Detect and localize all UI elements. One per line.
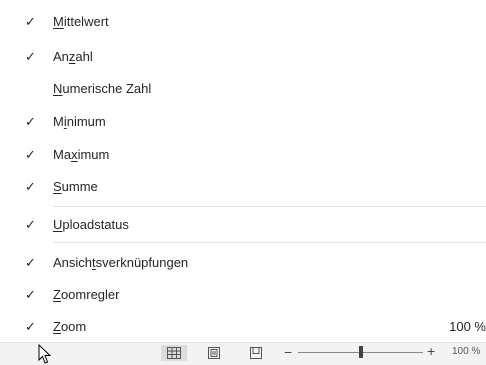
menu-item-label: Summe — [53, 179, 98, 194]
menu-item-label: Zoom — [53, 319, 87, 334]
checkmark-icon: ✓ — [25, 255, 36, 270]
mouse-pointer-icon — [38, 344, 52, 364]
menu-separator — [53, 242, 486, 243]
menu-item-zoomregler[interactable]: ✓ Zoomregler — [0, 280, 486, 310]
zoom-percentage[interactable]: 100 % — [452, 346, 480, 357]
menu-item-label: Ansichtsverknüpfungen — [53, 255, 189, 270]
menu-item-numerische-zahl[interactable]: Numerische Zahl — [0, 74, 486, 104]
status-bar-context-menu: ✓ Mittelwert ✓ Anzahl Numerische Zahl ✓ Minimu… — [0, 0, 486, 342]
menu-item-label: Mittelwert — [53, 14, 109, 29]
checkmark-icon: ✓ — [25, 49, 36, 64]
menu-item-label: Minimum — [53, 114, 106, 129]
menu-item-summe[interactable]: ✓ Summe — [0, 172, 486, 202]
checkmark-icon: ✓ — [25, 287, 36, 302]
page-break-preview-icon — [250, 347, 262, 359]
zoom-slider-thumb[interactable] — [358, 346, 363, 358]
checkmark-icon: ✓ — [25, 217, 36, 232]
checkmark-icon: ✓ — [25, 14, 36, 29]
checkmark-icon: ✓ — [25, 114, 36, 129]
menu-item-label: Numerische Zahl — [53, 81, 152, 96]
menu-separator — [53, 206, 486, 207]
normal-view-icon — [167, 347, 181, 359]
menu-item-value: 100 % — [449, 319, 486, 334]
menu-item-label: Zoomregler — [53, 287, 120, 302]
checkmark-icon: ✓ — [25, 319, 36, 334]
menu-item-label: Uploadstatus — [53, 217, 129, 232]
zoom-in-button[interactable]: + — [427, 343, 435, 359]
zoom-out-button[interactable]: − — [284, 344, 292, 360]
checkmark-icon: ✓ — [25, 179, 36, 194]
page-layout-button[interactable] — [201, 345, 227, 361]
menu-item-minimum[interactable]: ✓ Minimum — [0, 107, 486, 137]
page-layout-icon — [208, 347, 220, 359]
menu-item-mittelwert[interactable]: ✓ Mittelwert — [0, 7, 486, 37]
menu-item-label: Maximum — [53, 147, 110, 162]
menu-item-uploadstatus[interactable]: ✓ Uploadstatus — [0, 210, 486, 240]
checkmark-icon: ✓ — [25, 147, 36, 162]
page-break-preview-button[interactable] — [243, 345, 269, 361]
menu-item-label: Anzahl — [53, 49, 93, 64]
menu-item-anzahl[interactable]: ✓ Anzahl — [0, 42, 486, 72]
menu-item-zoom[interactable]: ✓ Zoom 100 % — [0, 312, 486, 342]
normal-view-button[interactable] — [161, 345, 187, 361]
menu-item-maximum[interactable]: ✓ Maximum — [0, 140, 486, 170]
menu-item-ansichtsverknuepfungen[interactable]: ✓ Ansichtsverknüpfungen — [0, 248, 486, 278]
